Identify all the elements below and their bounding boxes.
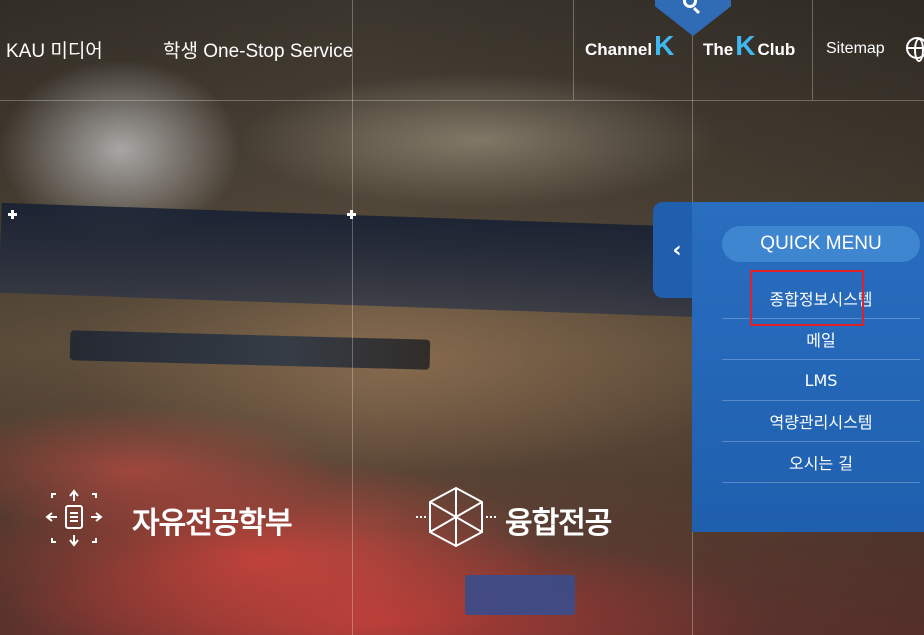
quick-menu-item-directions[interactable]: 오시는 길 (722, 442, 920, 483)
highlight-box (750, 270, 864, 326)
chevron-left-icon: ‹ (672, 237, 682, 263)
plus-icon (8, 210, 17, 219)
the-k-club-letter: K (735, 30, 756, 61)
onestop-service-link[interactable]: 학생 One-Stop Service (163, 36, 353, 63)
cube-icon (416, 486, 496, 548)
search-icon[interactable] (683, 0, 697, 8)
channel-k-letter: K (654, 30, 675, 61)
the-k-club-suffix: Club (757, 40, 796, 59)
globe-icon[interactable] (906, 37, 924, 62)
kau-media-link[interactable]: KAU 미디어 (6, 36, 103, 63)
quick-menu-item-competency[interactable]: 역량관리시스템 (722, 401, 920, 442)
quick-menu-item-lms[interactable]: LMS (722, 360, 920, 401)
channel-k-link[interactable]: Channel K (585, 30, 676, 62)
free-major-link[interactable]: 자유전공학부 (132, 498, 293, 542)
the-k-club-prefix: The (703, 40, 734, 59)
top-bar: KAU 미디어 학생 One-Stop Service Channel K Th… (0, 0, 924, 100)
expand-arrows-icon (45, 489, 103, 547)
quick-menu-title: QUICK MENU (722, 226, 920, 262)
channel-k-prefix: Channel (585, 40, 653, 59)
plus-icon (347, 210, 356, 219)
convergence-major-link[interactable]: 융합전공 (505, 498, 612, 542)
the-k-club-link[interactable]: The K Club (703, 30, 795, 62)
sitemap-link[interactable]: Sitemap (826, 40, 885, 58)
grid-line (0, 100, 924, 101)
hero-photo-detail (465, 575, 575, 615)
